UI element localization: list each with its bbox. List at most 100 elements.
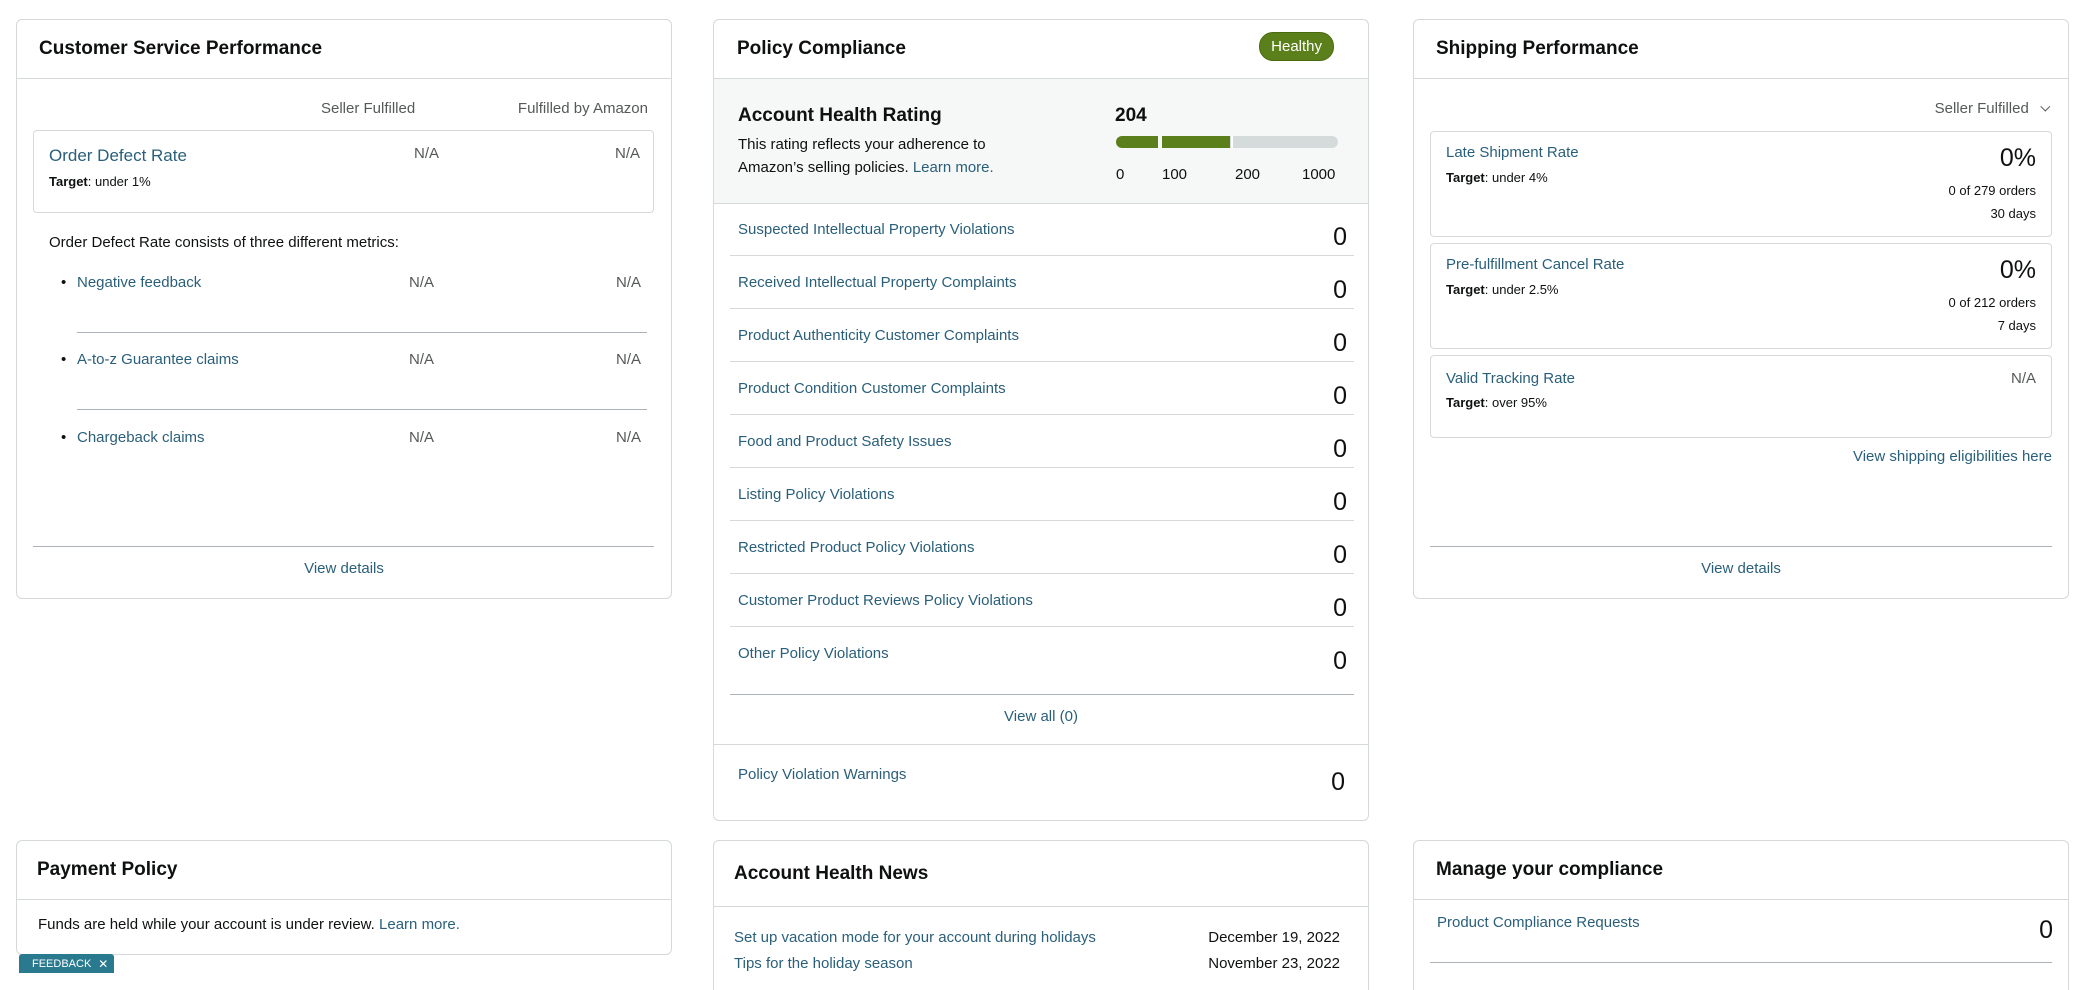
metric-item: A-to-z Guarantee claims N/A N/A [61,351,647,410]
close-icon[interactable]: ✕ [98,957,108,971]
shipping-metric-box: Pre-fulfillment Cancel Rate Target: unde… [1430,243,2052,349]
shipping-metric-box: Valid Tracking Rate Target: over 95% N/A [1430,355,2052,438]
policy-compliance-card: Policy Compliance Healthy Account Health… [713,19,1369,821]
policy-violation-count: 0 [1333,276,1347,304]
policy-violation-row: Food and Product Safety Issues 0 [730,415,1354,468]
metric-seller-value: N/A [409,429,435,446]
gauge-segment-100-200 [1162,136,1230,148]
metric-value: 0% [1999,144,2036,172]
view-details-link[interactable]: View details [1414,560,2068,577]
order-defect-rate-target: Target: under 1% [49,174,151,189]
policy-violation-row: Received Intellectual Property Complaint… [730,256,1354,309]
gauge-tick-100: 100 [1162,166,1188,183]
negative-feedback-link[interactable]: Negative feedback [61,274,201,291]
ahr-desc-line2: Amazon’s selling policies. Learn more. [738,159,994,176]
policy-violation-count: 0 [1333,647,1347,675]
card-title: Policy Compliance [737,38,906,59]
policy-violation-warnings-link[interactable]: Policy Violation Warnings [738,766,906,783]
fulfillment-dropdown[interactable]: Seller Fulfilled [1934,100,2051,117]
card-title: Customer Service Performance [39,38,323,59]
target-label: Target [49,174,88,189]
card-header: Manage your compliance [1414,841,2068,900]
target-label: Target [1446,170,1485,185]
card-header: Customer Service Performance [17,20,671,79]
policy-violation-link[interactable]: Product Authenticity Customer Complaints [738,327,1019,344]
target-value: : over 95% [1484,395,1547,410]
metric-seller-value: N/A [409,351,435,368]
metric-item: Chargeback claims N/A N/A [61,429,647,459]
policy-violation-count: 0 [1333,329,1347,357]
learn-more-link[interactable]: Learn more. [913,159,994,176]
healthy-badge: Healthy [1259,32,1334,61]
policy-violation-link[interactable]: Restricted Product Policy Violations [738,539,975,556]
divider [1430,962,2052,963]
policy-violation-count: 0 [1333,382,1347,410]
account-health-news-card: Account Health News Set up vacation mode… [713,840,1369,990]
policy-violation-warnings-count: 0 [1331,768,1345,796]
metric-fba-value: N/A [615,429,641,446]
metric-fba-value: N/A [615,274,641,291]
policy-violation-count: 0 [1333,594,1347,622]
pre-fulfillment-cancel-rate-link[interactable]: Pre-fulfillment Cancel Rate [1446,256,1624,273]
ahr-desc-text: Amazon’s selling policies. [738,159,909,176]
target-label: Target [1446,282,1485,297]
late-shipment-rate-link[interactable]: Late Shipment Rate [1446,144,1579,161]
card-header: Shipping Performance [1414,20,2068,79]
news-item-link[interactable]: Tips for the holiday season [734,955,913,972]
learn-more-link[interactable]: Learn more. [379,916,460,933]
target-value: : under 2.5% [1484,282,1559,297]
metric-item: Negative feedback N/A N/A [61,274,647,333]
product-compliance-requests-link[interactable]: Product Compliance Requests [1437,914,1640,931]
news-item-date: November 23, 2022 [1208,955,1340,972]
policy-violation-row: Product Authenticity Customer Complaints… [730,309,1354,362]
gauge-tick-0: 0 [1116,166,1125,183]
manage-compliance-card: Manage your compliance Product Complianc… [1413,840,2069,990]
ahr-title: Account Health Rating [738,105,942,126]
payment-policy-card: Payment Policy Funds are held while your… [16,840,672,955]
divider [33,546,654,547]
policy-violation-link[interactable]: Listing Policy Violations [738,486,894,503]
view-shipping-eligibilities-link[interactable]: View shipping eligibilities here [1853,448,2052,465]
ahr-gauge [1116,135,1338,149]
order-defect-rate-link[interactable]: Order Defect Rate [49,146,187,166]
payment-policy-text: Funds are held while your account is und… [38,916,460,933]
valid-tracking-rate-link[interactable]: Valid Tracking Rate [1446,370,1575,387]
metric-period: 7 days [1997,318,2036,333]
policy-violation-row: Listing Policy Violations 0 [730,468,1354,521]
metric-seller-value: N/A [409,274,435,291]
odr-seller-value: N/A [414,145,440,162]
policy-violation-link[interactable]: Received Intellectual Property Complaint… [738,274,1016,291]
target-label: Target [1446,395,1485,410]
chargeback-claims-link[interactable]: Chargeback claims [61,429,205,446]
dropdown-value: Seller Fulfilled [1934,100,2029,117]
payment-text: Funds are held while your account is und… [38,916,375,933]
view-all-link[interactable]: View all (0) [714,708,1368,725]
policy-violation-link[interactable]: Other Policy Violations [738,645,889,662]
policy-violation-count: 0 [1333,488,1347,516]
ahr-desc-line1: This rating reflects your adherence to [738,136,986,153]
odr-fba-value: N/A [614,145,640,162]
gauge-marker [1231,135,1233,149]
card-header: Account Health News [714,841,1368,907]
policy-violation-row: Suspected Intellectual Property Violatio… [730,203,1354,256]
gauge-segment-200-1000 [1230,136,1338,148]
divider [714,744,1368,745]
product-compliance-requests-count: 0 [2039,916,2053,944]
feedback-tab[interactable]: FEEDBACK ✕ [19,954,115,973]
column-header-fba: Fulfilled by Amazon [517,100,648,117]
a-to-z-claims-link[interactable]: A-to-z Guarantee claims [61,351,239,368]
metric-value: N/A [2010,370,2036,387]
target-value: : under 1% [87,174,151,189]
policy-violation-link[interactable]: Product Condition Customer Complaints [738,380,1006,397]
news-item-link[interactable]: Set up vacation mode for your account du… [734,929,1096,946]
divider [1430,546,2052,547]
view-details-link[interactable]: View details [17,560,671,577]
policy-violation-link[interactable]: Food and Product Safety Issues [738,433,951,450]
customer-service-performance-card: Customer Service Performance Seller Fulf… [16,19,672,599]
policy-violation-link[interactable]: Customer Product Reviews Policy Violatio… [738,592,1033,609]
policy-violation-link[interactable]: Suspected Intellectual Property Violatio… [738,221,1015,238]
policy-violation-row: Restricted Product Policy Violations 0 [730,521,1354,574]
ahr-score: 204 [1115,105,1147,126]
policy-violation-count: 0 [1333,541,1347,569]
metric-period: 30 days [1990,206,2036,221]
